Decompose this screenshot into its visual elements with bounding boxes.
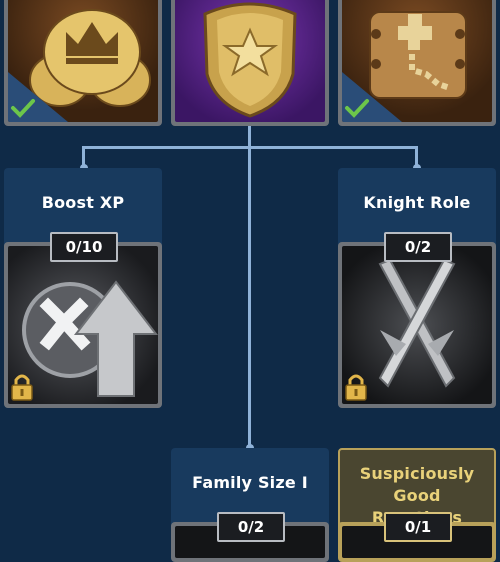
connector-vertical-main [248, 126, 251, 450]
sheriff-badge-icon [203, 2, 297, 118]
skill-card-family-size[interactable]: Family Size I 0/2 [171, 448, 329, 562]
top-card-coins[interactable] [4, 0, 162, 126]
progress-counter: 0/1 [384, 512, 452, 542]
skill-title: Family Size I [192, 473, 308, 492]
skill-title: Knight Role [363, 193, 471, 212]
check-icon [345, 99, 369, 118]
skill-title: Boost XP [41, 193, 125, 212]
progress-counter: 0/2 [217, 512, 285, 542]
top-card-map[interactable] [338, 0, 496, 126]
progress-counter: 0/10 [50, 232, 118, 262]
skill-card-suspicious-reactions[interactable]: Suspiciously Good Reactions 0/1 [338, 448, 496, 562]
progress-counter: 0/2 [384, 232, 452, 262]
top-card-badge[interactable] [171, 0, 329, 126]
connector-horizontal [82, 146, 418, 149]
check-icon [11, 99, 35, 118]
skill-card-knight-role[interactable]: Knight Role 0/2 [338, 168, 496, 408]
lock-icon [11, 374, 33, 401]
lock-icon [345, 374, 367, 401]
skill-card-boost-xp[interactable]: Boost XP 0/10 [4, 168, 162, 408]
